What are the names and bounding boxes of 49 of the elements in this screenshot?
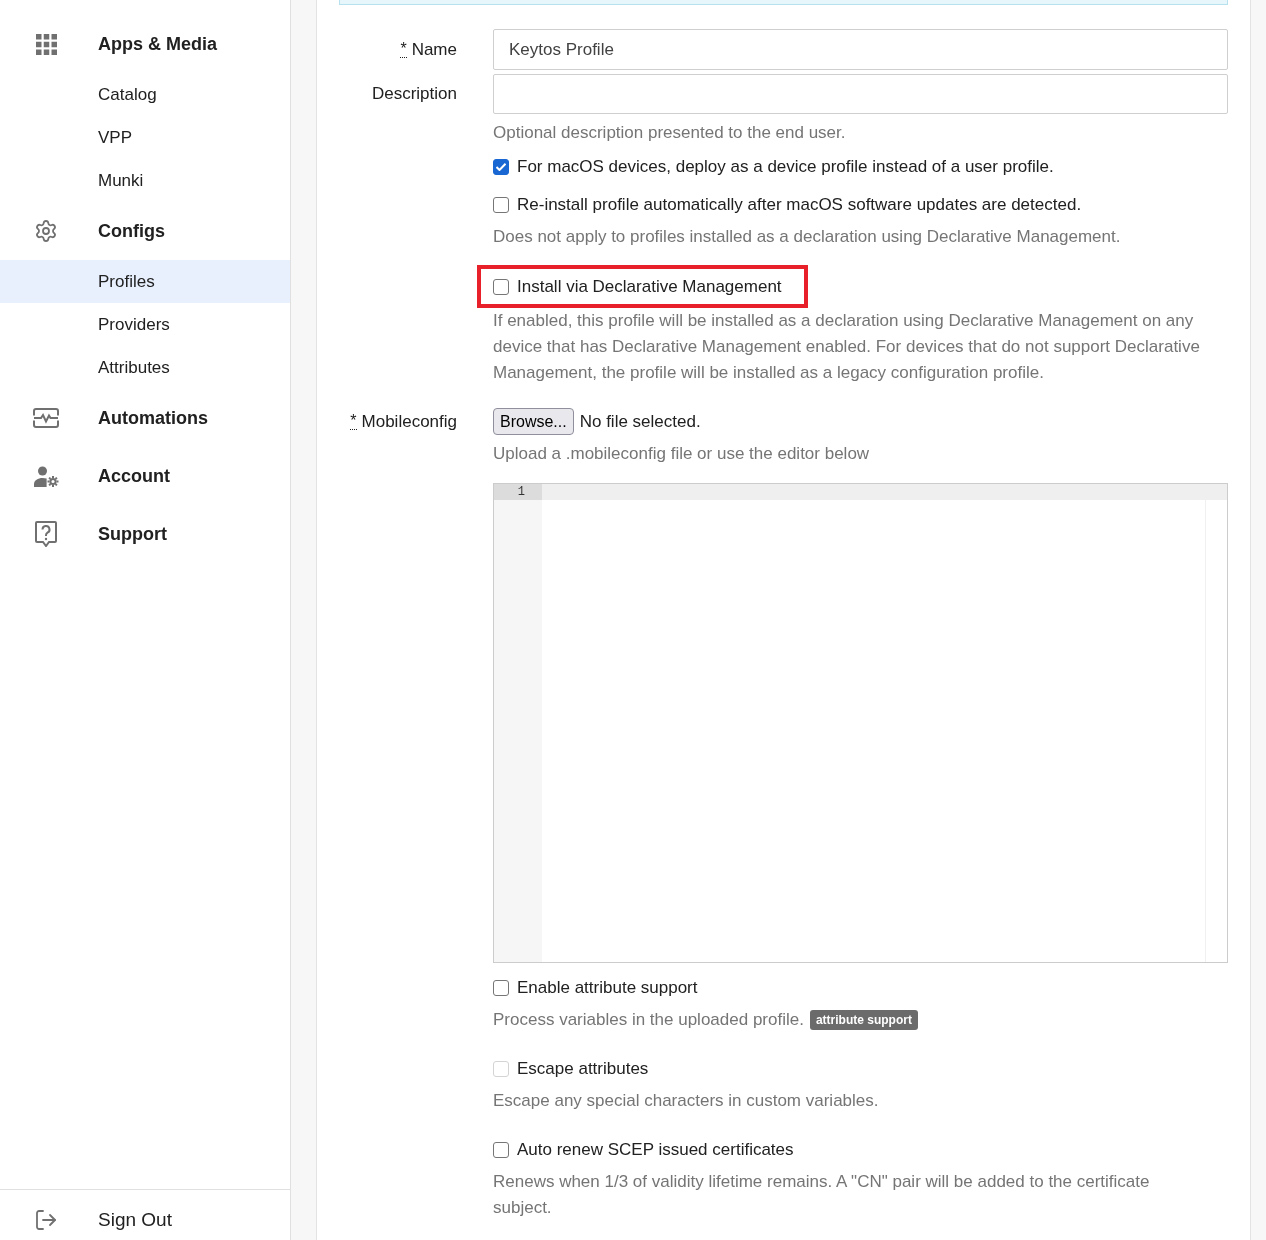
checkbox[interactable] <box>493 159 509 175</box>
code-editor[interactable]: 1 <box>493 483 1228 963</box>
checkbox-label: Enable attribute support <box>517 977 698 999</box>
nav-subitem[interactable]: Attributes <box>0 346 290 389</box>
required-mark: * <box>400 41 407 58</box>
help-text: Escape any special characters in custom variables. <box>493 1090 879 1112</box>
line-number: 1 <box>494 484 542 500</box>
check-icon <box>496 163 506 171</box>
description-input[interactable] <box>493 74 1228 114</box>
nav-group-link[interactable]: Support <box>33 520 167 548</box>
nav-subitem[interactable]: Catalog <box>0 73 290 116</box>
sign-out-link[interactable]: Sign Out <box>33 1205 172 1235</box>
sign-out-icon <box>34 1208 58 1232</box>
badge: attribute support <box>809 1010 918 1030</box>
nav-group-link[interactable]: Configs <box>33 217 165 245</box>
checkbox[interactable] <box>493 1142 509 1158</box>
grid-icon <box>35 33 57 55</box>
field-label: Description <box>371 83 457 105</box>
checkbox[interactable] <box>493 278 509 295</box>
help-text: Does not apply to profiles installed as a declaration using Declarative Management. <box>493 226 1122 248</box>
checkbox-label: Install via Declarative Management <box>517 275 782 298</box>
checkbox-label: Escape attributes <box>517 1058 649 1080</box>
checkbox-label: Auto renew SCEP issued certificates <box>517 1139 794 1161</box>
nav-group-link[interactable]: Account <box>33 462 170 490</box>
field-label: Mobileconfig <box>361 410 457 433</box>
field-label: Name <box>411 38 457 61</box>
checkbox[interactable] <box>493 197 509 213</box>
checkbox-label: Re-install profile automatically after macOS software updates are detected. <box>517 194 1082 216</box>
help-text: Renews when 1/3 of validity lifetime remains. A "CN" pair will be added to the certificate subject. <box>493 1171 1151 1219</box>
file-status: No file selected. <box>579 410 701 433</box>
pulse-monitor-icon <box>33 408 59 428</box>
help-text: Upload a .mobileconfig file or use the editor below <box>493 443 871 465</box>
nav-group-link[interactable]: Automations <box>33 404 208 432</box>
nav-subitem[interactable]: Profiles <box>0 260 290 303</box>
help-text: If enabled, this profile will be installed as a declaration using Declarative Management on any device that has Declarative Management enabled. For devices that do not support Declarative Management, the profile will be installed as a legacy configuration profile. <box>493 310 1201 384</box>
browse-button[interactable]: Browse... <box>493 408 574 435</box>
help-text: Optional description presented to the end user. <box>493 122 847 144</box>
name-input[interactable]: Keytos Profile <box>493 29 1228 70</box>
nav-subitem[interactable]: Providers <box>0 303 290 346</box>
help-text: Process variables in the uploaded profile. <box>493 1009 804 1031</box>
user-gear-icon <box>33 465 59 487</box>
nav-subitem[interactable]: VPP <box>0 116 290 159</box>
checkbox[interactable] <box>493 980 509 996</box>
required-mark: * <box>350 413 357 430</box>
nav-subitem[interactable]: Munki <box>0 159 290 202</box>
checkbox-label: For macOS devices, deploy as a device profile instead of a user profile. <box>517 156 1054 178</box>
settings-icon <box>34 219 58 243</box>
help-icon <box>35 521 57 547</box>
nav-group-link[interactable]: Apps & Media <box>33 30 217 58</box>
